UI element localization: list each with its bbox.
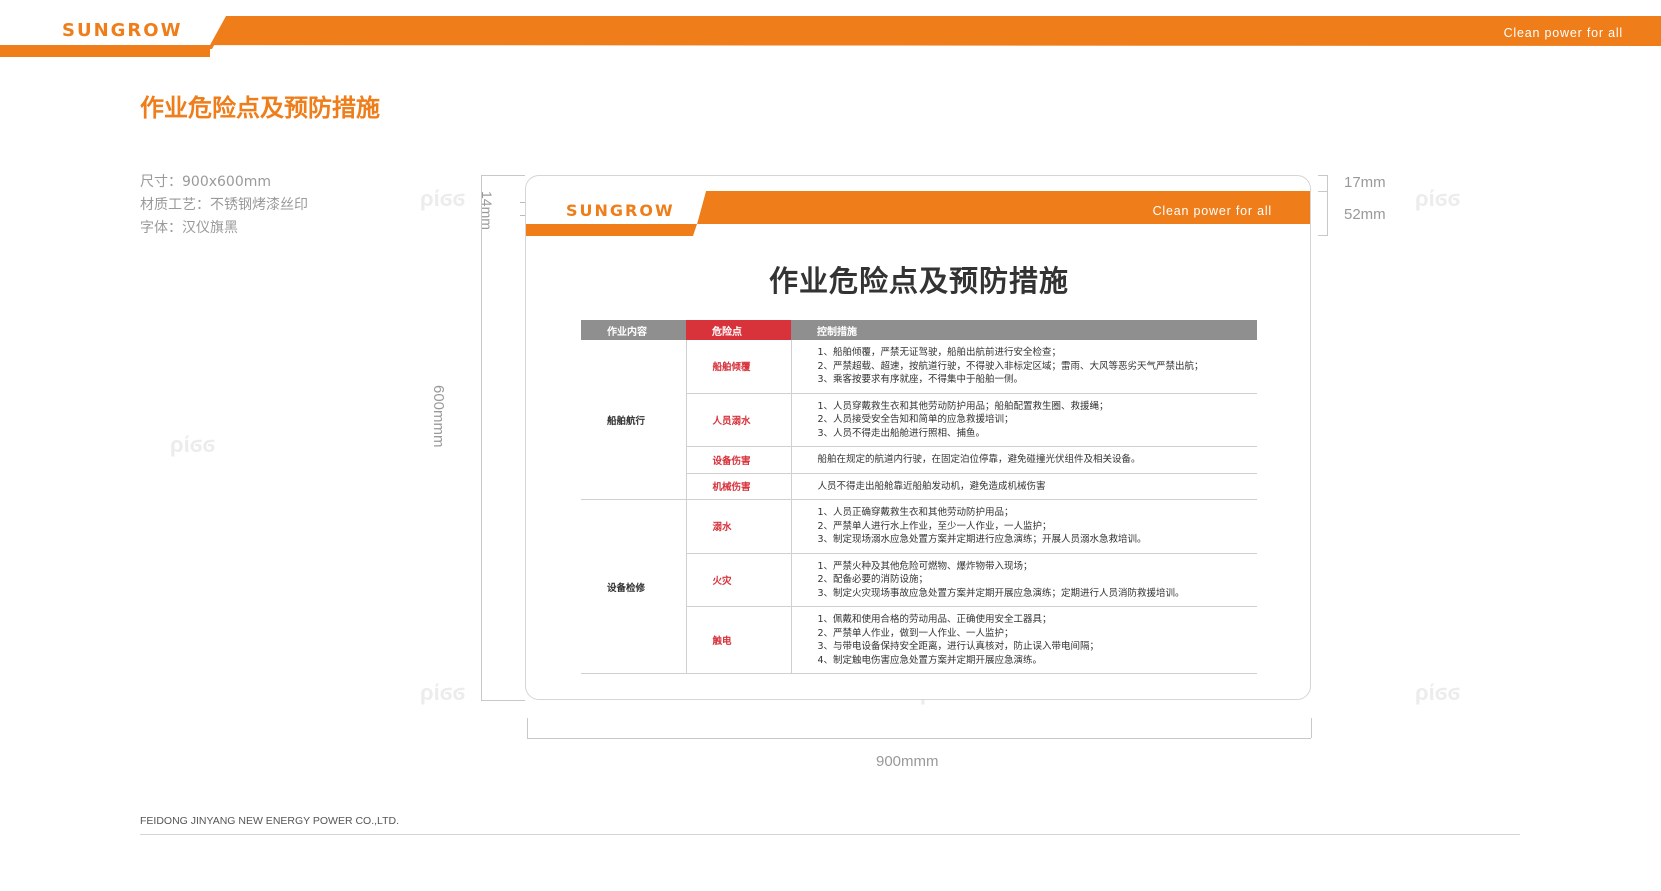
hazard-cell: 设备伤害 <box>686 446 792 474</box>
hazard-cell: 人员溺水 <box>686 393 792 447</box>
height-dimension-cap-top <box>481 175 525 176</box>
task-category: 船舶航行 <box>581 340 687 500</box>
measure-line: 1、人员正确穿戴救生衣和其他劳动防护用品； <box>817 507 1014 518</box>
measure-line: 人员不得走出船舱靠近船舶发动机，避免造成机械伤害 <box>817 480 1046 492</box>
footer-company-name: FEIDONG JINYANG NEW ENERGY POWER CO.,LTD… <box>140 815 400 827</box>
board-brand-logo: SUNGROW <box>566 201 675 220</box>
watermark: ρίϭϭ <box>170 432 216 457</box>
measures-cell: 船舶在规定的航道内行驶，在固定泊位停靠，避免碰撞光伏组件及相关设备。 <box>791 446 1257 474</box>
measure-line: 2、严禁超载、超速，按航道行驶，不得驶入非标定区域；雷雨、大风等恶劣天气严禁出航… <box>817 360 1204 372</box>
band-dimension-tick <box>1318 191 1328 192</box>
board-title: 作业危险点及预防措施 <box>768 264 1069 298</box>
column-header-measures: 控制措施 <box>791 320 1257 340</box>
width-dimension-line <box>527 738 1311 739</box>
spec-size: 尺寸：900x600mm <box>140 174 272 190</box>
spec-font: 字体：汉仪旗黑 <box>140 220 238 236</box>
measure-line: 4、制定触电伤害应急处置方案并定期开展应急演练。 <box>817 654 1043 666</box>
hazard-cell: 触电 <box>686 606 792 674</box>
table-row: 设备检修 溺水 1、人员正确穿戴救生衣和其他劳动防护用品； 2、严禁单人进行水上… <box>581 499 1257 674</box>
measure-line: 2、配备必要的消防设施； <box>817 574 929 585</box>
measure-line: 1、人员穿戴救生衣和其他劳动防护用品；船舶配置救生圈、救援绳； <box>817 400 1109 412</box>
header-band <box>0 16 1661 57</box>
hazard-table: 作业内容 危险点 控制措施 船舶航行 船舶倾覆 1、船舶倾覆，严禁无证驾驶，船舶… <box>581 320 1257 674</box>
width-dimension-cap <box>1311 718 1312 738</box>
measure-line: 3、制定现场溺水应急处置方案并定期进行应急演练；开展人员溺水急救培训。 <box>817 534 1147 545</box>
column-header-hazard: 危险点 <box>686 320 791 340</box>
band-height-dimension: 52mm <box>1344 206 1386 223</box>
measures-cell: 1、严禁火种及其他危险可燃物、爆炸物带入现场； 2、配备必要的消防设施； 3、制… <box>791 553 1257 607</box>
spec-material: 材质工艺：不锈钢烤漆丝印 <box>140 197 308 213</box>
task-category: 设备检修 <box>581 499 687 674</box>
measure-line: 3、乘客按要求有序就座，不得集中于船舶一侧。 <box>817 374 1024 385</box>
band-dimension-line <box>1327 175 1328 235</box>
sign-board: SUNGROW Clean power for all 作业危险点及预防措施 作… <box>525 175 1311 700</box>
watermark: ρίϭϭ <box>1415 186 1461 211</box>
hazard-cell: 火灾 <box>686 553 792 607</box>
band-top-dimension: 17mm <box>1344 174 1386 191</box>
hazard-cell: 船舶倾覆 <box>686 340 792 394</box>
measure-line: 3、人员不得走出船舱进行照相、捕鱼。 <box>817 427 986 439</box>
measure-line: 船舶在规定的航道内行驶，在固定泊位停靠，避免碰撞光伏组件及相关设备。 <box>817 454 1141 465</box>
measure-line: 1、船舶倾覆，严禁无证驾驶，船舶出航前进行安全检查； <box>817 347 1062 358</box>
top-offset-dimension: 14mm <box>479 191 495 230</box>
watermark: ρίϭϭ <box>420 680 466 705</box>
measures-cell: 1、人员正确穿戴救生衣和其他劳动防护用品； 2、严禁单人进行水上作业，至少一人作… <box>791 499 1257 554</box>
column-header-task: 作业内容 <box>581 320 686 340</box>
width-dimension-cap <box>527 718 528 738</box>
band-dimension-tick <box>1318 175 1328 176</box>
footer-divider <box>140 834 1520 835</box>
measure-line: 2、严禁单人进行水上作业，至少一人作业，一人监护； <box>817 520 1052 532</box>
measure-line: 2、人员接受安全告知和简单的应急救援培训； <box>817 414 1014 425</box>
brand-slogan: Clean power for all <box>1503 26 1623 40</box>
band-dimension-tick <box>1318 235 1328 236</box>
height-dimension-cap-bottom <box>481 700 525 701</box>
watermark: ρίϭϭ <box>420 186 466 211</box>
brand-logo: SUNGROW <box>62 20 183 41</box>
measure-line: 1、佩戴和使用合格的劳动用品、正确使用安全工器具； <box>817 614 1052 625</box>
measures-cell: 1、船舶倾覆，严禁无证驾驶，船舶出航前进行安全检查； 2、严禁超载、超速，按航道… <box>791 340 1257 394</box>
width-dimension: 900mmm <box>876 753 939 770</box>
height-dimension: 600mmm <box>430 385 447 448</box>
measures-cell: 1、佩戴和使用合格的劳动用品、正确使用安全工器具； 2、严禁单人作业，做到一人作… <box>791 606 1257 674</box>
measure-line: 3、与带电设备保持安全距离，进行认真核对，防止误入带电间隔； <box>817 641 1100 652</box>
hazard-cell: 溺水 <box>686 499 792 554</box>
watermark: ρίϭϭ <box>1415 680 1461 705</box>
board-brand-slogan: Clean power for all <box>1152 204 1272 218</box>
table-row: 船舶航行 船舶倾覆 1、船舶倾覆，严禁无证驾驶，船舶出航前进行安全检查； 2、严… <box>581 340 1257 500</box>
page-title: 作业危险点及预防措施 <box>140 94 380 122</box>
height-dimension-line <box>481 175 482 700</box>
hazard-cell: 机械伤害 <box>686 473 792 500</box>
measure-line: 3、制定火灾现场事故应急处置方案并定期开展应急演练；定期进行人员消防救援培训。 <box>817 587 1185 599</box>
measure-line: 1、严禁火种及其他危险可燃物、爆炸物带入现场； <box>817 560 1033 572</box>
measures-cell: 人员不得走出船舱靠近船舶发动机，避免造成机械伤害 <box>791 473 1257 500</box>
table-header-row: 作业内容 危险点 控制措施 <box>581 320 1257 340</box>
measures-cell: 1、人员穿戴救生衣和其他劳动防护用品；船舶配置救生圈、救援绳； 2、人员接受安全… <box>791 393 1257 447</box>
measure-line: 2、严禁单人作业，做到一人作业、一人监护； <box>817 627 1014 639</box>
